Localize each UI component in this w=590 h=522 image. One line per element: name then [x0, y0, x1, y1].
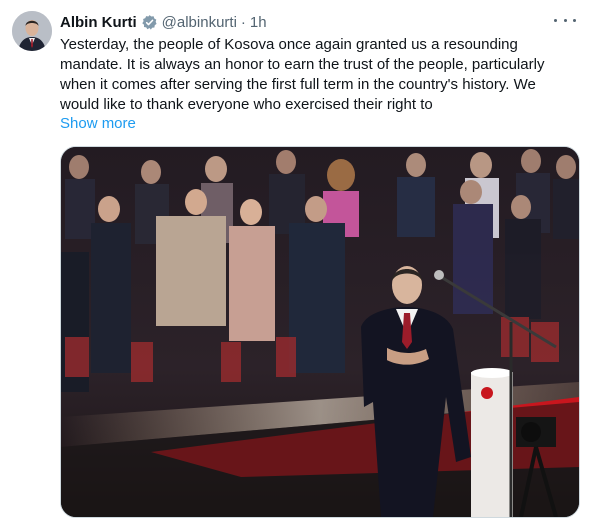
author-name[interactable]: Albin Kurti — [60, 14, 137, 31]
tweet-text-line: when it comes after serving the first fu… — [60, 76, 536, 93]
tweet-photo[interactable] — [60, 146, 580, 518]
tweet-text-line: would like to thank everyone who exercis… — [60, 96, 433, 113]
tweet-card[interactable]: Albin Kurti @albinkurti · 1h Yesterday, … — [0, 0, 590, 522]
tweet-header: Albin Kurti @albinkurti · 1h — [60, 12, 576, 32]
tweet-text-line: mandate. It is always an honor to earn t… — [60, 56, 545, 73]
avatar[interactable] — [12, 11, 52, 51]
more-options-icon[interactable] — [554, 10, 576, 30]
timestamp[interactable]: 1h — [250, 14, 267, 31]
author-handle[interactable]: @albinkurti — [162, 14, 237, 31]
show-more-link[interactable]: Show more — [60, 114, 136, 134]
separator-dot: · — [240, 13, 246, 31]
tweet-text-line: Yesterday, the people of Kosova once aga… — [60, 36, 518, 53]
verified-badge-icon — [141, 14, 158, 31]
tweet-text: Yesterday, the people of Kosova once aga… — [60, 35, 580, 115]
